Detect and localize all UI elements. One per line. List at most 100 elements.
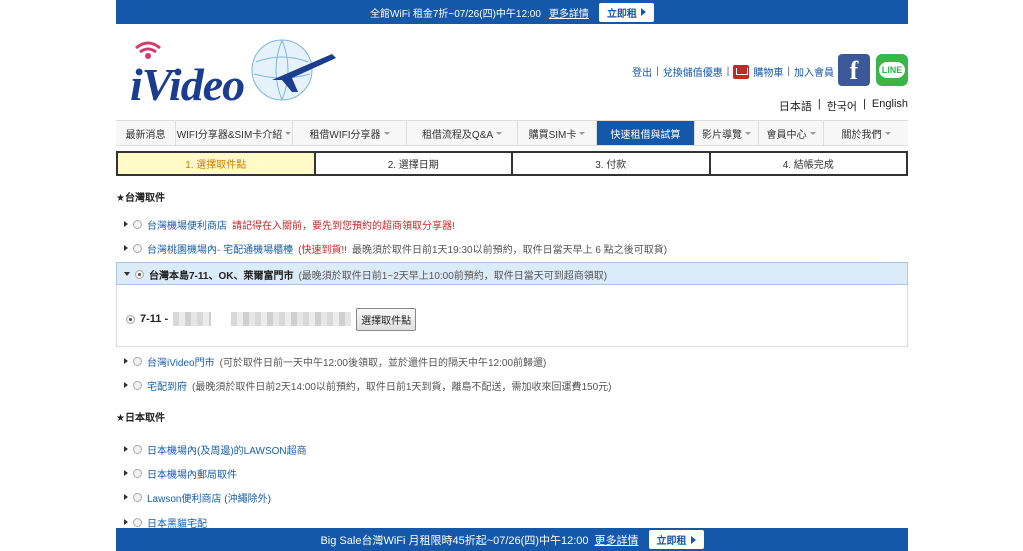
option-jp-kuroneko[interactable]: 日本黑貓宅配 (124, 515, 207, 530)
option-name[interactable]: 台灣本島7-11、OK、萊爾富門市 (149, 267, 293, 282)
collapse-arrow-icon[interactable] (124, 272, 130, 276)
rent-now-label: 立即租 (656, 536, 687, 547)
promo-more-link[interactable]: 更多詳情 (549, 5, 589, 20)
nav-label: 租借WIFI分享器 (309, 129, 381, 141)
radio-button[interactable] (133, 243, 142, 253)
option-note: 最晚須於取件日前1天19:30以前預約，取件日當天早上 6 點之後可取貨) (352, 244, 668, 256)
nav-label: 租借流程及Q&A (421, 129, 494, 141)
expand-arrow-icon[interactable] (124, 446, 128, 452)
option-tw-home-delivery[interactable]: 宅配到府 (最晚須於取件日前2天14:00以前預約，取件日前1天到貨，離島不配送… (124, 378, 612, 393)
radio-button[interactable] (133, 517, 142, 527)
nav-member-center[interactable]: 會員中心 (759, 121, 824, 145)
expand-arrow-icon[interactable] (124, 494, 128, 500)
arrow-right-icon (640, 8, 646, 16)
line-icon[interactable]: LINE (876, 54, 908, 86)
expand-arrow-icon[interactable] (124, 470, 128, 476)
redacted-store-address (231, 312, 352, 326)
option-name[interactable]: 台灣機場便利商店 (147, 217, 227, 232)
bottom-promo-more-link[interactable]: 更多詳情 (595, 532, 639, 548)
rent-now-button[interactable]: 立即租 (598, 2, 654, 22)
nav-video-guide[interactable]: 影片導覽 (695, 121, 759, 145)
bottom-rent-now-button[interactable]: 立即租 (648, 530, 704, 549)
expand-arrow-icon[interactable] (124, 382, 128, 388)
expand-arrow-icon[interactable] (124, 358, 128, 364)
facebook-icon[interactable]: f (838, 54, 870, 86)
option-name[interactable]: 日本機場內(及周邊)的LAWSON超商 (147, 442, 307, 457)
expand-arrow-icon[interactable] (124, 245, 128, 251)
divider: | (817, 98, 821, 110)
cart-link[interactable]: 購物車 (753, 64, 783, 79)
option-jp-post-office[interactable]: 日本機場內郵局取件 (124, 466, 237, 481)
option-tw-convenience[interactable]: 台灣本島7-11、OK、萊爾富門市 (最晚須於取件日前1~2天早上10:00前預… (124, 267, 608, 282)
nav-label: WIFI分享器&SIM卡介紹 (176, 129, 283, 141)
option-tw-ivideo-store[interactable]: 台灣iVideo門市 (可於取件日前一天中午12:00後領取，並於還件日的隔天中… (124, 354, 546, 369)
caret-down-icon (383, 131, 390, 135)
site-header: iVideo 登出 | 兌換儲值優惠 | 購物車 | 加入會員 f LINE 日… (116, 24, 908, 116)
nav-label: 關於我們 (841, 129, 882, 141)
radio-button[interactable] (133, 468, 142, 478)
option-name[interactable]: 日本機場內郵局取件 (147, 466, 237, 481)
nav-news[interactable]: 最新消息 (116, 121, 176, 145)
radio-button-selected[interactable] (126, 314, 135, 324)
divider: | (787, 66, 790, 77)
option-jp-lawson[interactable]: Lawson便利商店 (沖繩除外) (124, 490, 271, 505)
rent-now-label: 立即租 (606, 8, 637, 20)
lang-korean[interactable]: 한국어 (827, 98, 857, 114)
cart-icon[interactable] (733, 64, 750, 79)
option-flag: (快速到貨!! (298, 244, 347, 256)
join-member-link[interactable]: 加入會員 (794, 64, 834, 79)
radio-button[interactable] (133, 380, 142, 390)
nav-rent-wifi[interactable]: 租借WIFI分享器 (293, 121, 407, 145)
bottom-promo-bar: Big Sale台灣WiFi 月租限時45折起~07/26(四)中午12:00 … (116, 528, 908, 551)
nav-label: 快速租借與試算 (610, 129, 681, 141)
line-label: LINE (878, 62, 906, 78)
caret-down-icon (496, 131, 503, 135)
logo-text: iVideo (130, 59, 245, 110)
store-prefix: 7-11 - (140, 313, 169, 325)
japan-pickup-title: ★日本取件 (116, 413, 165, 424)
language-switcher: 日本語 | 한국어 | English (779, 98, 908, 114)
option-jp-lawson-airport[interactable]: 日本機場內(及周邊)的LAWSON超商 (124, 442, 307, 457)
redeem-link[interactable]: 兌換儲值優惠 (663, 64, 723, 79)
nav-label: 會員中心 (766, 129, 807, 141)
option-tw-airport-store[interactable]: 台灣機場便利商店 請記得在入關前，要先到您預約的超商領取分享器! (124, 217, 455, 232)
promo-text: 全館WiFi 租金7折~07/26(四)中午12:00 (370, 8, 541, 20)
main-nav: 最新消息 WIFI分享器&SIM卡介紹 租借WIFI分享器 租借流程及Q&A 購… (116, 120, 908, 146)
step-choose-pickup: 1. 選擇取件點 (116, 151, 316, 176)
step-complete: 4. 結帳完成 (710, 151, 908, 176)
choose-pickup-button[interactable]: 選擇取件點 (356, 307, 417, 331)
radio-button-selected[interactable] (135, 269, 144, 279)
option-name[interactable]: 台灣iVideo門市 (147, 354, 215, 369)
store-selection-row: 7-11 - 選擇取件點 (126, 307, 417, 331)
nav-quick-rent[interactable]: 快速租借與試算 (597, 121, 695, 145)
nav-buy-sim[interactable]: 購買SIM卡 (518, 121, 597, 145)
option-name[interactable]: 宅配到府 (147, 378, 187, 393)
radio-button[interactable] (133, 444, 142, 454)
option-note: (最晚須於取件日前1~2天早上10:00前預約，取件日當天可到超商領取) (298, 270, 608, 282)
nav-label: 購買SIM卡 (528, 129, 577, 141)
divider: | (656, 66, 659, 77)
promo-bar: 全館WiFi 租金7折~07/26(四)中午12:00 更多詳情 立即租 (116, 0, 908, 24)
option-name[interactable]: 台灣桃園機場內- 宅配通機場櫃檯 (147, 241, 293, 256)
divider: | (863, 98, 866, 110)
step-choose-date: 2. 選擇日期 (315, 151, 513, 176)
nav-about-us[interactable]: 關於我們 (824, 121, 908, 145)
option-name[interactable]: Lawson便利商店 (沖繩除外) (147, 490, 271, 505)
radio-button[interactable] (133, 356, 142, 366)
nav-process-qa[interactable]: 租借流程及Q&A (407, 121, 518, 145)
caret-down-icon (285, 131, 292, 135)
radio-button[interactable] (133, 219, 142, 229)
caret-down-icon (745, 131, 751, 135)
option-tw-airport-counter[interactable]: 台灣桃園機場內- 宅配通機場櫃檯 (快速到貨!! 最晚須於取件日前1天19:30… (124, 241, 668, 256)
lang-english[interactable]: English (872, 98, 908, 114)
checkout-steps: 1. 選擇取件點 2. 選擇日期 3. 付款 4. 結帳完成 (116, 151, 908, 176)
radio-button[interactable] (133, 492, 142, 502)
lang-japanese[interactable]: 日本語 (779, 98, 812, 114)
nav-wifi-intro[interactable]: WIFI分享器&SIM卡介紹 (176, 121, 293, 145)
option-note: (最晚須於取件日前2天14:00以前預約，取件日前1天到貨，離島不配送，需加收來… (192, 381, 612, 393)
caret-down-icon (809, 131, 816, 135)
logout-link[interactable]: 登出 (632, 64, 652, 79)
expand-arrow-icon[interactable] (124, 221, 128, 227)
site-logo[interactable]: iVideo (122, 34, 342, 110)
expand-arrow-icon[interactable] (124, 519, 128, 525)
